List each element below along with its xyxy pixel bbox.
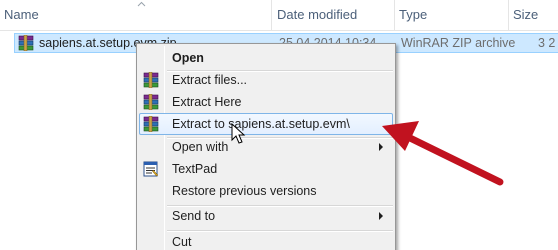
column-type-label: Type xyxy=(399,7,428,22)
menu-item-extract-to[interactable]: Extract to sapiens.at.setup.evm\ xyxy=(139,113,393,135)
red-arrow-icon xyxy=(382,121,504,186)
column-date-label: Date modified xyxy=(277,7,358,22)
menu-item-open-with[interactable]: Open with xyxy=(139,136,393,158)
column-header: Name Date modified Type Size xyxy=(0,0,558,31)
menu-item-extract-to-label: Extract to sapiens.at.setup.evm\ xyxy=(172,117,350,131)
menu-item-open[interactable]: Open xyxy=(139,47,393,69)
menu-item-cut-label: Cut xyxy=(172,235,192,249)
file-type: WinRAR ZIP archive xyxy=(401,36,516,50)
menu-item-extract-files-label: Extract files... xyxy=(172,73,248,87)
menu-item-open-with-label: Open with xyxy=(172,140,229,154)
menu-item-cut[interactable]: Cut xyxy=(139,231,393,250)
menu-item-restore-label: Restore previous versions xyxy=(172,184,317,198)
menu-item-send-to[interactable]: Send to xyxy=(139,205,393,227)
menu-item-send-to-label: Send to xyxy=(172,209,216,223)
menu-item-textpad[interactable]: TextPad xyxy=(139,158,393,180)
submenu-arrow-icon xyxy=(379,143,383,151)
column-size[interactable]: Size xyxy=(509,0,558,30)
column-date-modified[interactable]: Date modified xyxy=(273,0,395,30)
context-menu: Open Extract files... Extract Here Extra… xyxy=(136,43,396,250)
menu-item-textpad-label: TextPad xyxy=(172,162,218,176)
winrar-icon xyxy=(143,72,159,88)
column-size-label: Size xyxy=(513,7,539,22)
menu-item-open-label: Open xyxy=(172,51,204,65)
menu-item-extract-here-label: Extract Here xyxy=(172,95,242,109)
textpad-icon xyxy=(143,161,159,177)
winrar-archive-icon xyxy=(18,35,34,51)
file-size: 3 2 xyxy=(538,36,556,50)
column-type[interactable]: Type xyxy=(395,0,509,30)
menu-item-extract-here[interactable]: Extract Here xyxy=(139,91,393,113)
menu-item-extract-files[interactable]: Extract files... xyxy=(139,69,393,91)
menu-item-restore-previous-versions[interactable]: Restore previous versions xyxy=(139,180,393,202)
winrar-icon xyxy=(143,94,159,110)
column-name-label: Name xyxy=(4,7,39,22)
submenu-arrow-icon xyxy=(379,212,383,220)
winrar-icon xyxy=(143,116,159,132)
column-name[interactable]: Name xyxy=(0,0,272,30)
